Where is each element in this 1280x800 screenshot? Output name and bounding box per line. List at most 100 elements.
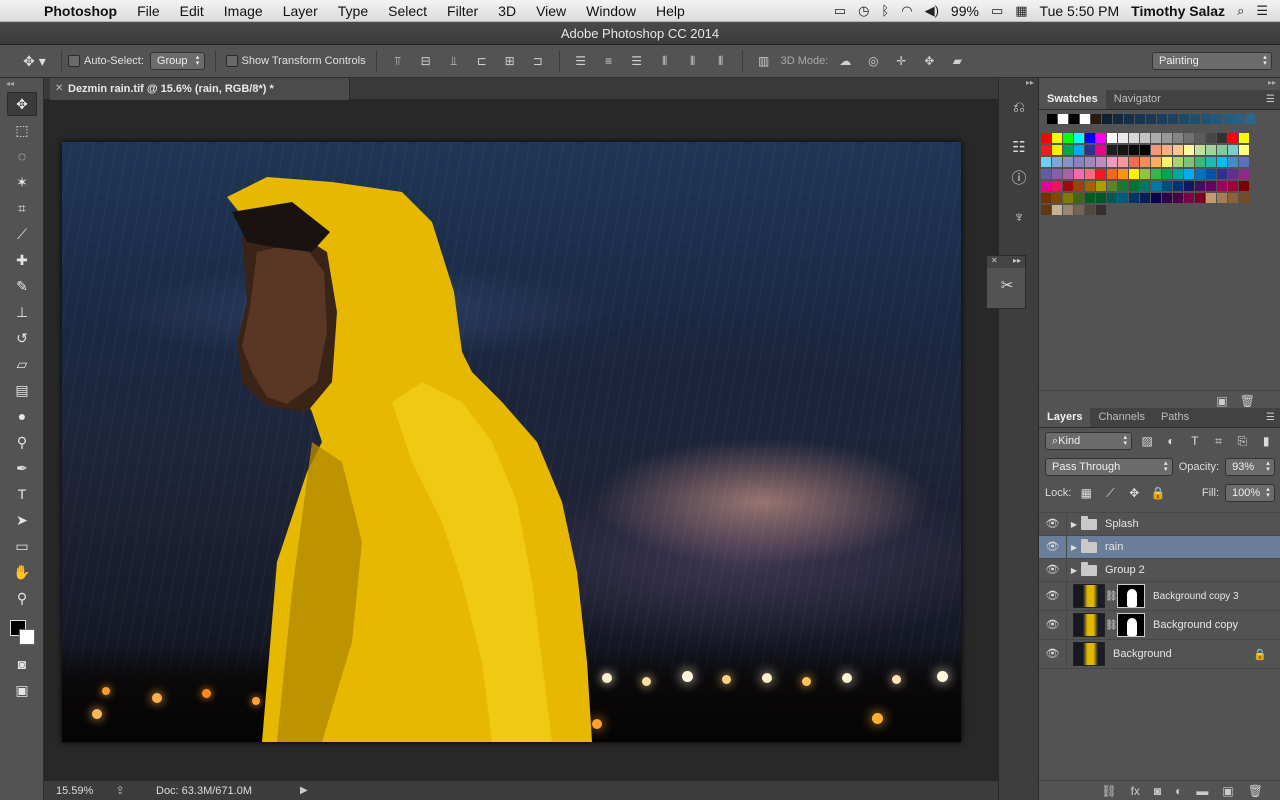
panel-menu-icon[interactable]: ☰ <box>1266 94 1275 105</box>
mask-link-icon[interactable]: ⛓ <box>1105 591 1118 602</box>
user-menu[interactable]: Timothy Salaz <box>1131 3 1225 19</box>
visibility-eye-icon[interactable]: 👁 <box>1039 536 1067 558</box>
swatch[interactable] <box>1096 133 1107 144</box>
swatch[interactable] <box>1063 181 1074 192</box>
pen-tool-icon[interactable]: ✒ <box>7 456 37 480</box>
move-tool-preset-icon[interactable]: ✥ ▾ <box>8 50 62 72</box>
swatch[interactable] <box>1239 169 1250 180</box>
keyboard-icon[interactable]: ▦ <box>1015 3 1027 19</box>
swatch[interactable] <box>1184 193 1195 204</box>
swatch[interactable] <box>1239 145 1250 156</box>
swatch[interactable] <box>1206 181 1217 192</box>
swatch[interactable] <box>1129 169 1140 180</box>
swatch[interactable] <box>1228 157 1239 168</box>
swatch[interactable] <box>1041 193 1052 204</box>
swatch[interactable] <box>1074 205 1085 216</box>
background-color[interactable] <box>19 629 35 645</box>
swatch[interactable] <box>1206 157 1217 168</box>
swatch[interactable] <box>1162 145 1173 156</box>
swatch[interactable] <box>1069 114 1080 125</box>
swatch[interactable] <box>1151 193 1162 204</box>
distribute-top-icon[interactable]: ☰ <box>570 50 592 72</box>
smart-object-filter-icon[interactable]: ⎘ <box>1233 433 1251 449</box>
swatch[interactable] <box>1162 193 1173 204</box>
blur-tool-icon[interactable]: ● <box>7 404 37 428</box>
3d-orbit-icon[interactable]: ☁ <box>834 50 856 72</box>
eraser-tool-icon[interactable]: ▱ <box>7 352 37 376</box>
swatch[interactable] <box>1085 145 1096 156</box>
tab-layers[interactable]: Layers <box>1039 408 1091 427</box>
auto-select-checkbox[interactable] <box>68 55 80 67</box>
export-icon[interactable]: ⇪ <box>100 784 140 797</box>
swatch[interactable] <box>1173 169 1184 180</box>
menu-image[interactable]: Image <box>214 3 273 19</box>
gradient-tool-icon[interactable]: ▤ <box>7 378 37 402</box>
swatch[interactable] <box>1047 114 1058 125</box>
menu-edit[interactable]: Edit <box>170 3 214 19</box>
swatch[interactable] <box>1063 169 1074 180</box>
swatch[interactable] <box>1085 181 1096 192</box>
swatch[interactable] <box>1124 114 1135 125</box>
swatch[interactable] <box>1162 169 1173 180</box>
swatch[interactable] <box>1129 145 1140 156</box>
swatch[interactable] <box>1041 181 1052 192</box>
swatch[interactable] <box>1118 133 1129 144</box>
tool-presets-icon[interactable]: ✂ <box>992 272 1022 298</box>
swatch[interactable] <box>1085 169 1096 180</box>
swatch[interactable] <box>1239 133 1250 144</box>
swatch[interactable] <box>1096 157 1107 168</box>
visibility-eye-icon[interactable]: 👁 <box>1039 611 1067 639</box>
layer-row-background[interactable]: 👁 Background 🔒 <box>1039 640 1280 669</box>
swatch[interactable] <box>1151 133 1162 144</box>
swatch[interactable] <box>1239 181 1250 192</box>
menu-help[interactable]: Help <box>646 3 695 19</box>
swatch[interactable] <box>1052 145 1063 156</box>
shape-filter-icon[interactable]: ⌗ <box>1210 433 1228 449</box>
swatch[interactable] <box>1168 114 1179 125</box>
swatch[interactable] <box>1080 114 1091 125</box>
tab-paths[interactable]: Paths <box>1153 408 1197 427</box>
align-left-icon[interactable]: ⊏ <box>471 50 493 72</box>
new-layer-icon[interactable]: ▣ <box>1222 784 1233 798</box>
blend-mode-dropdown[interactable]: Pass Through <box>1045 458 1173 476</box>
swatch[interactable] <box>1239 193 1250 204</box>
swatch[interactable] <box>1091 114 1102 125</box>
align-top-icon[interactable]: ⫪ <box>387 50 409 72</box>
swatch[interactable] <box>1195 157 1206 168</box>
swatch[interactable] <box>1140 169 1151 180</box>
opacity-field[interactable]: 93% <box>1225 458 1275 476</box>
swatch[interactable] <box>1234 114 1245 125</box>
swatch[interactable] <box>1052 181 1063 192</box>
type-filter-icon[interactable]: T <box>1186 433 1204 449</box>
swatch[interactable] <box>1107 145 1118 156</box>
swatch[interactable] <box>1058 114 1069 125</box>
swatch[interactable] <box>1146 114 1157 125</box>
swatch[interactable] <box>1063 205 1074 216</box>
magic-wand-tool-icon[interactable]: ✶ <box>7 170 37 194</box>
swatch[interactable] <box>1151 169 1162 180</box>
swatch[interactable] <box>1140 193 1151 204</box>
swatch[interactable] <box>1184 169 1195 180</box>
swatch[interactable] <box>1052 205 1063 216</box>
swatch[interactable] <box>1190 114 1201 125</box>
swatch[interactable] <box>1206 133 1217 144</box>
menu-type[interactable]: Type <box>328 3 378 19</box>
lasso-tool-icon[interactable]: ◌ <box>7 144 37 168</box>
lock-all-icon[interactable]: 🔒 <box>1149 485 1167 501</box>
rectangle-tool-icon[interactable]: ▭ <box>7 534 37 558</box>
history-brush-tool-icon[interactable]: ↺ <box>7 326 37 350</box>
swatch[interactable] <box>1052 133 1063 144</box>
floating-panel-header[interactable]: ✕ ▸▸ <box>987 256 1025 268</box>
align-hcenter-icon[interactable]: ⊞ <box>499 50 521 72</box>
swatch[interactable] <box>1228 193 1239 204</box>
swatch[interactable] <box>1173 181 1184 192</box>
swatch[interactable] <box>1052 169 1063 180</box>
distribute-hcenter-icon[interactable]: ⦀ <box>682 50 704 72</box>
swatch[interactable] <box>1118 157 1129 168</box>
swatch[interactable] <box>1063 145 1074 156</box>
swatch[interactable] <box>1179 114 1190 125</box>
panel-collapse-icon[interactable]: ◂◂ <box>0 78 43 90</box>
marquee-tool-icon[interactable]: ⬚ <box>7 118 37 142</box>
swatch[interactable] <box>1228 169 1239 180</box>
display-icon[interactable]: ▭ <box>834 3 846 19</box>
